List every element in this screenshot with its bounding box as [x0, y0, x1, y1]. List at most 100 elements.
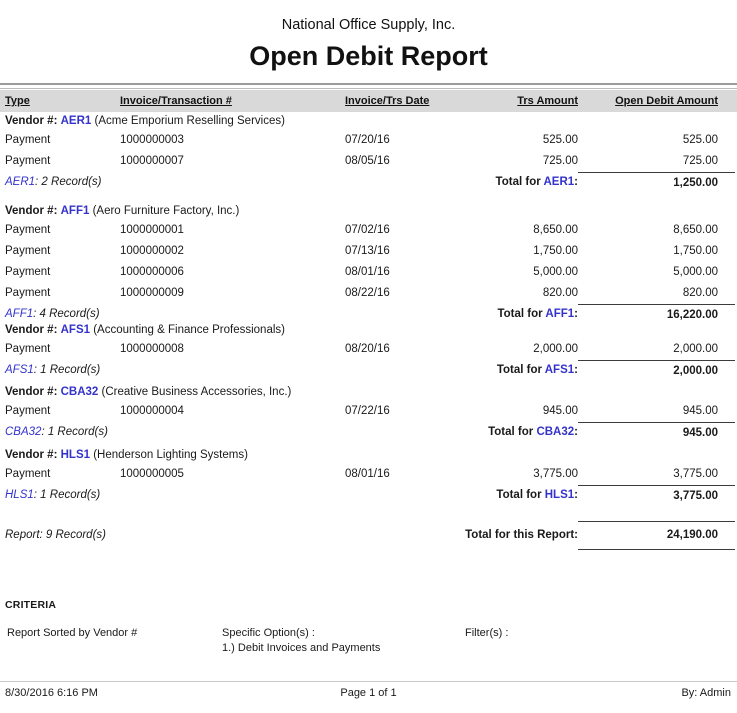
- table-row: Payment100000000307/20/16525.00525.00: [0, 130, 737, 151]
- cell-open-debit-amount: 3,775.00: [578, 464, 735, 485]
- cell-open-debit-amount: 725.00: [578, 151, 735, 172]
- vendor-name: (Creative Business Accessories, Inc.): [102, 386, 292, 398]
- table-row: Payment100000000808/20/162,000.002,000.0…: [0, 339, 737, 360]
- table-row: Payment100000000908/22/16820.00820.00: [0, 283, 737, 304]
- cell-open-debit-amount: 8,650.00: [578, 220, 735, 241]
- cell-invoice-number: 1000000001: [120, 220, 345, 241]
- cell-type: Payment: [5, 262, 120, 283]
- vendor-label: Vendor #:: [5, 386, 57, 398]
- cell-type: Payment: [5, 130, 120, 151]
- vendor-rows: Payment100000000107/02/168,650.008,650.0…: [0, 220, 737, 304]
- criteria-heading: CRITERIA: [5, 599, 56, 611]
- cell-open-debit-amount: 820.00: [578, 283, 735, 304]
- vendor-total-amount: 2,000.00: [578, 360, 735, 382]
- vendor-header-line: Vendor #: AER1 (Acme Emporium Reselling …: [0, 112, 737, 130]
- vendor-header-line: Vendor #: CBA32 (Creative Business Acces…: [0, 383, 737, 401]
- vendor-total-row: AFS1: 1 Record(s) Total for AFS1: 2,000.…: [0, 360, 737, 381]
- cell-trs-amount: 725.00: [430, 151, 578, 172]
- vendor-code-link[interactable]: AFF1: [61, 205, 90, 217]
- vendor-label: Vendor #:: [5, 115, 57, 127]
- vendor-record-count: CBA32: 1 Record(s): [5, 422, 335, 443]
- vendor-header-line: Vendor #: AFS1 (Accounting & Finance Pro…: [0, 321, 737, 339]
- vendor-record-count: AER1: 2 Record(s): [5, 172, 335, 193]
- cell-open-debit-amount: 525.00: [578, 130, 735, 151]
- vendor-section: Vendor #: AFS1 (Accounting & Finance Pro…: [0, 321, 737, 381]
- cell-type: Payment: [5, 151, 120, 172]
- vendor-total-label: Total for AER1:: [430, 172, 578, 193]
- cell-open-debit-amount: 1,750.00: [578, 241, 735, 262]
- page-title: Open Debit Report: [0, 41, 737, 72]
- vendor-label: Vendor #:: [5, 324, 57, 336]
- column-header-type: Type: [5, 90, 120, 112]
- report-total-amount: 24,190.00: [578, 521, 735, 550]
- vendor-code-link[interactable]: HLS1: [61, 449, 90, 461]
- vendor-rows: Payment100000000307/20/16525.00525.00Pay…: [0, 130, 737, 172]
- vendor-total-amount: 945.00: [578, 422, 735, 444]
- cell-invoice-number: 1000000007: [120, 151, 345, 172]
- footer-divider: [0, 681, 737, 682]
- cell-type: Payment: [5, 401, 120, 422]
- vendor-code-link[interactable]: AFS1: [5, 364, 34, 376]
- header-divider-top: [0, 83, 737, 85]
- table-row: Payment100000000508/01/163,775.003,775.0…: [0, 464, 737, 485]
- vendor-record-count: AFS1: 1 Record(s): [5, 360, 335, 381]
- vendor-total-label: Total for HLS1:: [430, 485, 578, 506]
- cell-invoice-number: 1000000009: [120, 283, 345, 304]
- cell-trs-amount: 820.00: [430, 283, 578, 304]
- cell-trs-amount: 8,650.00: [430, 220, 578, 241]
- vendor-code-link[interactable]: AER1: [543, 176, 574, 188]
- vendor-code-link[interactable]: HLS1: [5, 489, 34, 501]
- vendor-section: Vendor #: AFF1 (Aero Furniture Factory, …: [0, 202, 737, 325]
- vendor-rows: Payment100000000508/01/163,775.003,775.0…: [0, 464, 737, 485]
- report-total-label: Total for this Report:: [430, 521, 578, 550]
- vendor-name: (Acme Emporium Reselling Services): [95, 115, 285, 127]
- report-summary-row: Report: 9 Record(s) Total for this Repor…: [0, 521, 737, 550]
- cell-invoice-number: 1000000005: [120, 464, 345, 485]
- cell-invoice-number: 1000000006: [120, 262, 345, 283]
- cell-trs-amount: 5,000.00: [430, 262, 578, 283]
- vendor-total-row: AER1: 2 Record(s) Total for AER1: 1,250.…: [0, 172, 737, 193]
- company-name: National Office Supply, Inc.: [0, 17, 737, 33]
- cell-type: Payment: [5, 464, 120, 485]
- vendor-total-row: CBA32: 1 Record(s) Total for CBA32: 945.…: [0, 422, 737, 443]
- cell-invoice-number: 1000000002: [120, 241, 345, 262]
- vendor-section: Vendor #: CBA32 (Creative Business Acces…: [0, 383, 737, 443]
- vendor-code-link[interactable]: AFS1: [545, 364, 574, 376]
- cell-trs-amount: 1,750.00: [430, 241, 578, 262]
- vendor-label: Vendor #:: [5, 205, 57, 217]
- cell-open-debit-amount: 945.00: [578, 401, 735, 422]
- header-divider-bottom: [0, 88, 737, 89]
- cell-trs-amount: 945.00: [430, 401, 578, 422]
- cell-open-debit-amount: 5,000.00: [578, 262, 735, 283]
- column-header-open-debit: Open Debit Amount: [578, 90, 735, 112]
- footer-page-number: Page 1 of 1: [0, 687, 737, 699]
- cell-invoice-number: 1000000003: [120, 130, 345, 151]
- vendor-code-link[interactable]: AER1: [61, 115, 92, 127]
- cell-trs-amount: 2,000.00: [430, 339, 578, 360]
- cell-trs-amount: 525.00: [430, 130, 578, 151]
- vendor-code-link[interactable]: CBA32: [5, 426, 41, 438]
- criteria-specific-options-label: Specific Option(s) :: [222, 627, 315, 639]
- column-header-trs-amount: Trs Amount: [430, 90, 578, 112]
- vendor-total-label: Total for CBA32:: [430, 422, 578, 443]
- vendor-record-count: HLS1: 1 Record(s): [5, 485, 335, 506]
- vendor-code-link[interactable]: AER1: [5, 176, 35, 188]
- vendor-code-link[interactable]: HLS1: [545, 489, 574, 501]
- vendor-code-link[interactable]: AFF1: [5, 308, 33, 320]
- vendor-total-amount: 1,250.00: [578, 172, 735, 194]
- cell-invoice-number: 1000000008: [120, 339, 345, 360]
- vendor-name: (Aero Furniture Factory, Inc.): [93, 205, 240, 217]
- vendor-name: (Henderson Lighting Systems): [93, 449, 248, 461]
- vendor-code-link[interactable]: CBA32: [536, 426, 574, 438]
- report-page: National Office Supply, Inc. Open Debit …: [0, 0, 737, 713]
- vendor-code-link[interactable]: AFS1: [61, 324, 90, 336]
- vendor-header-line: Vendor #: HLS1 (Henderson Lighting Syste…: [0, 446, 737, 464]
- criteria-specific-option-item: 1.) Debit Invoices and Payments: [222, 642, 380, 654]
- vendor-section: Vendor #: HLS1 (Henderson Lighting Syste…: [0, 446, 737, 506]
- cell-open-debit-amount: 2,000.00: [578, 339, 735, 360]
- column-header-row: Type Invoice/Transaction # Invoice/Trs D…: [0, 90, 737, 112]
- vendor-code-link[interactable]: AFF1: [545, 308, 574, 320]
- table-row: Payment100000000107/02/168,650.008,650.0…: [0, 220, 737, 241]
- vendor-total-row: HLS1: 1 Record(s) Total for HLS1: 3,775.…: [0, 485, 737, 506]
- vendor-code-link[interactable]: CBA32: [61, 386, 99, 398]
